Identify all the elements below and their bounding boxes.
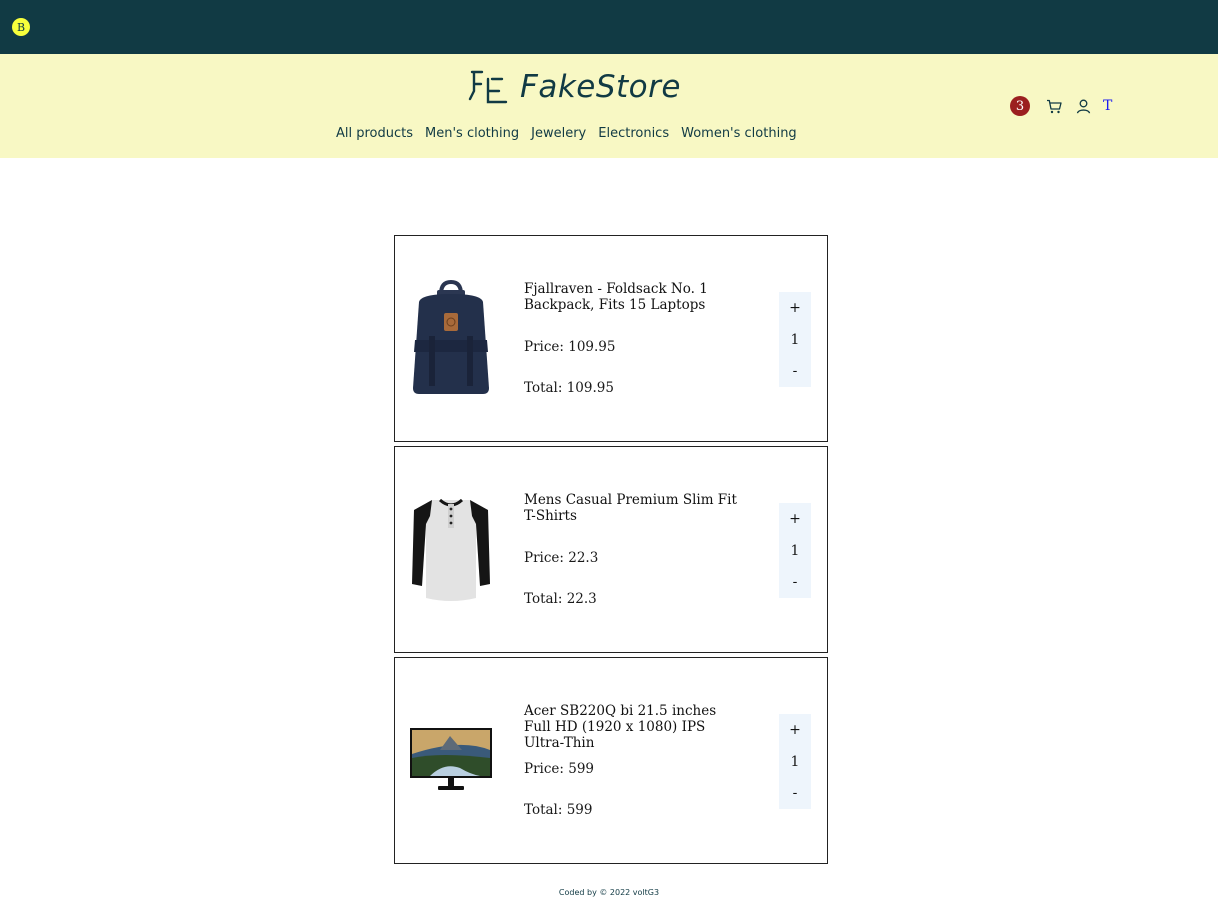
product-image-backpack[interactable] <box>409 276 493 400</box>
decrease-quantity-button[interactable]: - <box>779 783 811 803</box>
increase-quantity-button[interactable]: + <box>779 720 811 740</box>
logo-text: FakeStore <box>520 69 681 105</box>
product-title[interactable]: Fjallraven - Foldsack No. 1 Backpack, Fi… <box>524 281 744 313</box>
product-title[interactable]: Acer SB220Q bi 21.5 inches Full HD (1920… <box>524 703 744 751</box>
top-bar: B <box>0 0 1218 54</box>
backpack-image <box>413 280 489 394</box>
increase-quantity-button[interactable]: + <box>779 509 811 529</box>
nav-item-electronics[interactable]: Electronics <box>598 126 669 141</box>
cart-list: Fjallraven - Foldsack No. 1 Backpack, Fi… <box>394 235 828 868</box>
quantity-value: 1 <box>790 753 800 770</box>
product-price: Price: 599 <box>524 761 595 777</box>
tshirt-image <box>412 498 490 601</box>
monitor-image <box>410 728 492 790</box>
decrease-quantity-button[interactable]: - <box>779 361 811 381</box>
top-bar-badge[interactable]: B <box>12 18 30 36</box>
product-total: Total: 109.95 <box>524 380 614 396</box>
product-total: Total: 22.3 <box>524 591 597 607</box>
theme-toggle[interactable]: T <box>1103 98 1112 114</box>
site-header: FakeStore All products Men's clothing Je… <box>0 54 1218 158</box>
site-footer: Coded by © 2022 voltG3 <box>558 888 660 897</box>
quantity-value: 1 <box>790 331 800 348</box>
quantity-stepper: + 1 - <box>779 503 811 598</box>
product-price: Price: 109.95 <box>524 339 616 355</box>
product-image-tshirt[interactable] <box>409 487 493 611</box>
cart-item: Acer SB220Q bi 21.5 inches Full HD (1920… <box>394 657 828 864</box>
quantity-stepper: + 1 - <box>779 714 811 809</box>
cart-icon[interactable] <box>1045 97 1063 115</box>
product-total: Total: 599 <box>524 802 593 818</box>
nav-item-jewelery[interactable]: Jewelery <box>531 126 586 141</box>
header-actions: 3 T <box>1010 96 1112 116</box>
nav-item-mens-clothing[interactable]: Men's clothing <box>425 126 519 141</box>
cart-item: Fjallraven - Foldsack No. 1 Backpack, Fi… <box>394 235 828 442</box>
nav-item-womens-clothing[interactable]: Women's clothing <box>681 126 797 141</box>
site-logo[interactable]: FakeStore <box>468 68 681 106</box>
logo-mark-icon <box>468 70 508 104</box>
product-title[interactable]: Mens Casual Premium Slim Fit T-Shirts <box>524 492 744 524</box>
cart-item: Mens Casual Premium Slim Fit T-Shirts Pr… <box>394 446 828 653</box>
cart-count-badge: 3 <box>1010 96 1030 116</box>
product-image-monitor[interactable] <box>409 698 493 822</box>
nav-item-all-products[interactable]: All products <box>336 126 413 141</box>
increase-quantity-button[interactable]: + <box>779 298 811 318</box>
user-icon[interactable] <box>1074 97 1092 115</box>
quantity-value: 1 <box>790 542 800 559</box>
category-nav: All products Men's clothing Jewelery Ele… <box>336 126 797 141</box>
quantity-stepper: + 1 - <box>779 292 811 387</box>
product-price: Price: 22.3 <box>524 550 599 566</box>
decrease-quantity-button[interactable]: - <box>779 572 811 592</box>
